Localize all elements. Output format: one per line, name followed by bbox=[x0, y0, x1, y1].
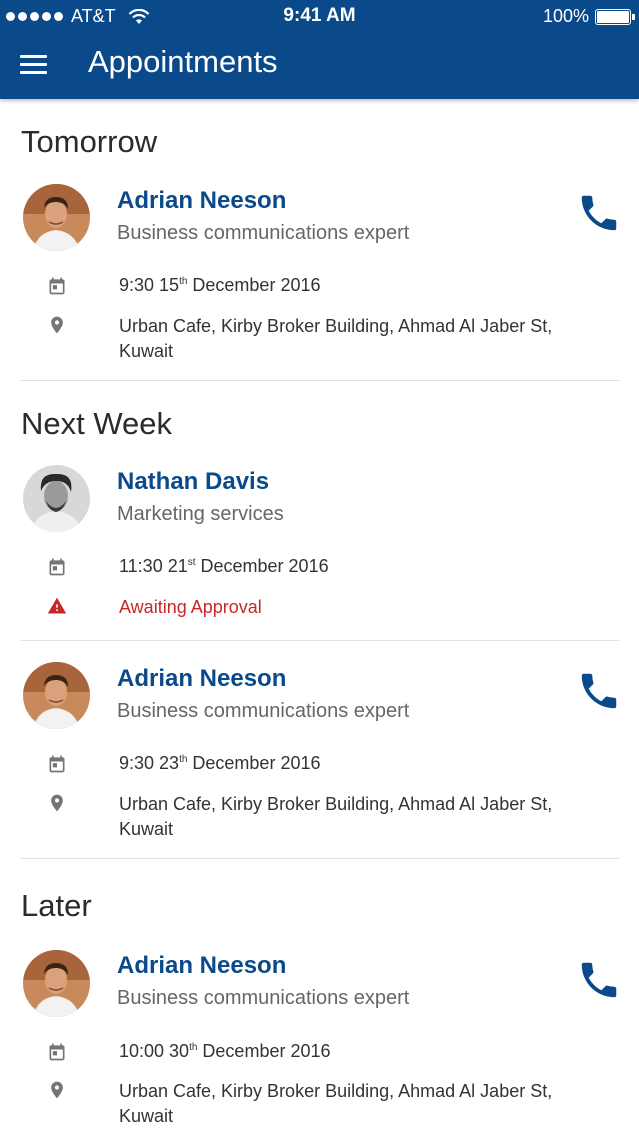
contact-name[interactable]: Nathan Davis bbox=[117, 468, 269, 496]
location-pin-icon bbox=[51, 1081, 63, 1099]
appointment-datetime: 9:30 23th December 2016 bbox=[119, 753, 321, 773]
phone-icon[interactable] bbox=[576, 190, 622, 236]
contact-role: Business communications expert bbox=[117, 987, 410, 1009]
avatar bbox=[23, 184, 90, 251]
contact-name[interactable]: Adrian Neeson bbox=[117, 952, 286, 980]
warning-icon bbox=[47, 597, 67, 614]
battery-status: 100% bbox=[542, 6, 635, 27]
contact-name[interactable]: Adrian Neeson bbox=[117, 665, 286, 693]
phone-icon[interactable] bbox=[576, 957, 622, 1003]
section-title-tomorrow: Tomorrow bbox=[21, 124, 158, 159]
contact-role: Business communications expert bbox=[117, 222, 410, 244]
status-awaiting-approval: Awaiting Approval bbox=[119, 597, 262, 617]
appointment-location: Urban Cafe, Kirby Broker Building, Ahmad… bbox=[119, 316, 553, 361]
calendar-icon bbox=[49, 755, 65, 773]
location-pin-icon bbox=[51, 794, 63, 812]
page-title: Appointments bbox=[88, 44, 278, 79]
calendar-icon bbox=[49, 1043, 65, 1061]
avatar bbox=[23, 662, 90, 729]
status-bar: AT&T 9:41 AM 100% bbox=[0, 0, 639, 32]
appointment-datetime: 9:30 15th December 2016 bbox=[119, 275, 321, 295]
section-title-next-week: Next Week bbox=[21, 406, 173, 441]
section-title-later: Later bbox=[21, 888, 92, 923]
divider bbox=[21, 640, 619, 641]
phone-icon[interactable] bbox=[576, 668, 622, 714]
calendar-icon bbox=[49, 277, 65, 295]
appointment-location: Urban Cafe, Kirby Broker Building, Ahmad… bbox=[119, 1081, 553, 1126]
battery-percent: 100% bbox=[542, 6, 589, 26]
avatar bbox=[23, 465, 90, 532]
contact-name[interactable]: Adrian Neeson bbox=[117, 187, 286, 215]
contact-role: Business communications expert bbox=[117, 700, 410, 722]
avatar bbox=[23, 950, 90, 1017]
contact-role: Marketing services bbox=[117, 503, 284, 525]
battery-icon bbox=[595, 8, 635, 25]
appointment-datetime: 11:30 21st December 2016 bbox=[119, 556, 329, 576]
divider bbox=[21, 858, 619, 859]
app-bar: AT&T 9:41 AM 100% Appointments bbox=[0, 0, 639, 99]
divider bbox=[21, 380, 619, 381]
appointment-location: Urban Cafe, Kirby Broker Building, Ahmad… bbox=[119, 794, 553, 839]
appointment-datetime: 10:00 30th December 2016 bbox=[119, 1041, 331, 1061]
location-pin-icon bbox=[51, 316, 63, 334]
calendar-icon bbox=[49, 558, 65, 576]
hamburger-menu-icon[interactable] bbox=[20, 52, 48, 76]
